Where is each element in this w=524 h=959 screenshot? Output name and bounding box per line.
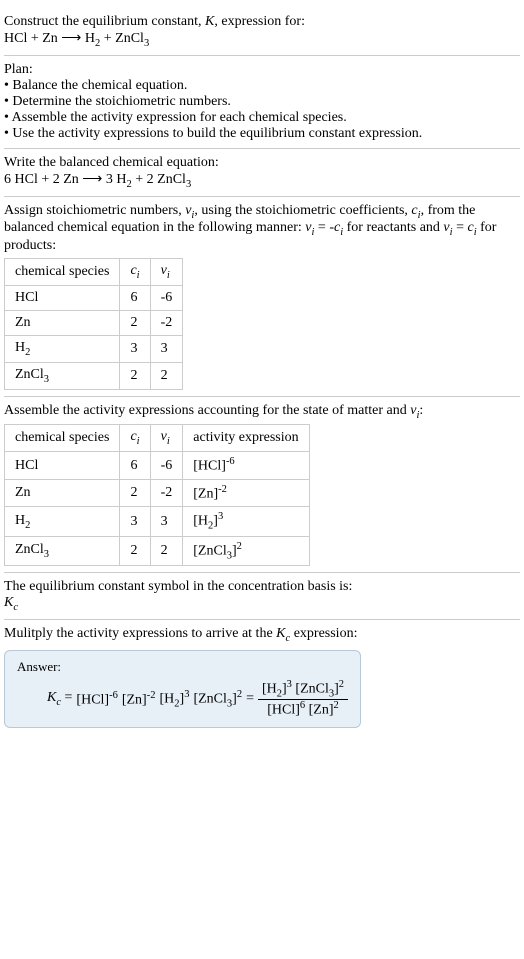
fraction: [H2]3 [ZnCl3]2 [HCl]6 [Zn]2 [258,679,348,719]
col-vi: νi [150,425,183,452]
plan-section: Plan: • Balance the chemical equation. •… [4,56,520,149]
cell-v: -2 [150,310,183,335]
unbalanced-equation: HCl + Zn ⟶ H2 + ZnCl3 [4,30,520,49]
cell-c: 6 [120,452,150,480]
cell-expr: [HCl]-6 [183,452,309,480]
activity-section: Assemble the activity expressions accoun… [4,397,520,574]
basis-text: The equilibrium constant symbol in the c… [4,579,520,595]
plan-header: Plan: [4,62,520,78]
cell-c: 3 [120,335,150,362]
multiply-section: Mulitply the activity expressions to arr… [4,620,520,734]
basis-symbol: Kc [4,595,520,613]
table-row: H2 3 3 [H2]3 [5,507,310,536]
stoich-intro: Assign stoichiometric numbers, νi, using… [4,203,520,255]
table-row: ZnCl3 2 2 [5,362,183,389]
cell-species: H2 [5,507,120,536]
cell-v: -2 [150,479,183,507]
col-ci: ci [120,259,150,286]
cell-c: 2 [120,536,150,565]
table-row: Zn 2 -2 [Zn]-2 [5,479,310,507]
balanced-header: Write the balanced chemical equation: [4,155,520,171]
plan-item: • Balance the chemical equation. [4,78,520,94]
cell-v: -6 [150,285,183,310]
cell-v: 3 [150,335,183,362]
plan-item: • Assemble the activity expression for e… [4,110,520,126]
cell-species: H2 [5,335,120,362]
fraction-denominator: [HCl]6 [Zn]2 [258,700,348,719]
cell-expr: [H2]3 [183,507,309,536]
prompt-section: Construct the equilibrium constant, K, e… [4,8,520,56]
table-header-row: chemical species ci νi activity expressi… [5,425,310,452]
cell-v: 2 [150,362,183,389]
cell-v: 2 [150,536,183,565]
col-vi: νi [150,259,183,286]
answer-label: Answer: [17,659,348,675]
activity-intro: Assemble the activity expressions accoun… [4,403,520,421]
prompt-line: Construct the equilibrium constant, K, e… [4,14,305,29]
col-activity: activity expression [183,425,309,452]
stoich-section: Assign stoichiometric numbers, νi, using… [4,197,520,397]
cell-c: 6 [120,285,150,310]
cell-v: 3 [150,507,183,536]
col-species: chemical species [5,259,120,286]
col-species: chemical species [5,425,120,452]
table-row: HCl 6 -6 [5,285,183,310]
table-row: Zn 2 -2 [5,310,183,335]
cell-species: Zn [5,310,120,335]
kc-lhs: Kc = [47,690,72,708]
cell-species: HCl [5,285,120,310]
col-ci: ci [120,425,150,452]
prompt-text: Construct the equilibrium constant, K, e… [4,14,520,30]
plan-item: • Determine the stoichiometric numbers. [4,94,520,110]
term: [ZnCl3]2 [193,689,242,709]
term: [H2]3 [159,689,189,709]
cell-species: ZnCl3 [5,536,120,565]
fraction-numerator: [H2]3 [ZnCl3]2 [258,679,348,700]
cell-expr: [Zn]-2 [183,479,309,507]
term: [HCl]-6 [76,690,117,709]
table-row: H2 3 3 [5,335,183,362]
equals: = [246,691,254,707]
table-row: ZnCl3 2 2 [ZnCl3]2 [5,536,310,565]
table-row: HCl 6 -6 [HCl]-6 [5,452,310,480]
cell-species: Zn [5,479,120,507]
multiply-intro: Mulitply the activity expressions to arr… [4,626,520,644]
answer-box: Answer: Kc = [HCl]-6 [Zn]-2 [H2]3 [ZnCl3… [4,650,361,728]
cell-expr: [ZnCl3]2 [183,536,309,565]
term: [Zn]-2 [122,690,156,709]
cell-c: 2 [120,310,150,335]
cell-c: 2 [120,362,150,389]
cell-c: 2 [120,479,150,507]
cell-v: -6 [150,452,183,480]
cell-c: 3 [120,507,150,536]
balanced-equation: 6 HCl + 2 Zn ⟶ 3 H2 + 2 ZnCl3 [4,171,520,190]
balanced-section: Write the balanced chemical equation: 6 … [4,149,520,197]
plan-item: • Use the activity expressions to build … [4,126,520,142]
stoich-table: chemical species ci νi HCl 6 -6 Zn 2 -2 … [4,258,183,389]
table-header-row: chemical species ci νi [5,259,183,286]
cell-species: ZnCl3 [5,362,120,389]
basis-section: The equilibrium constant symbol in the c… [4,573,520,620]
cell-species: HCl [5,452,120,480]
activity-table: chemical species ci νi activity expressi… [4,424,310,566]
answer-expression: Kc = [HCl]-6 [Zn]-2 [H2]3 [ZnCl3]2 = [H2… [17,679,348,719]
